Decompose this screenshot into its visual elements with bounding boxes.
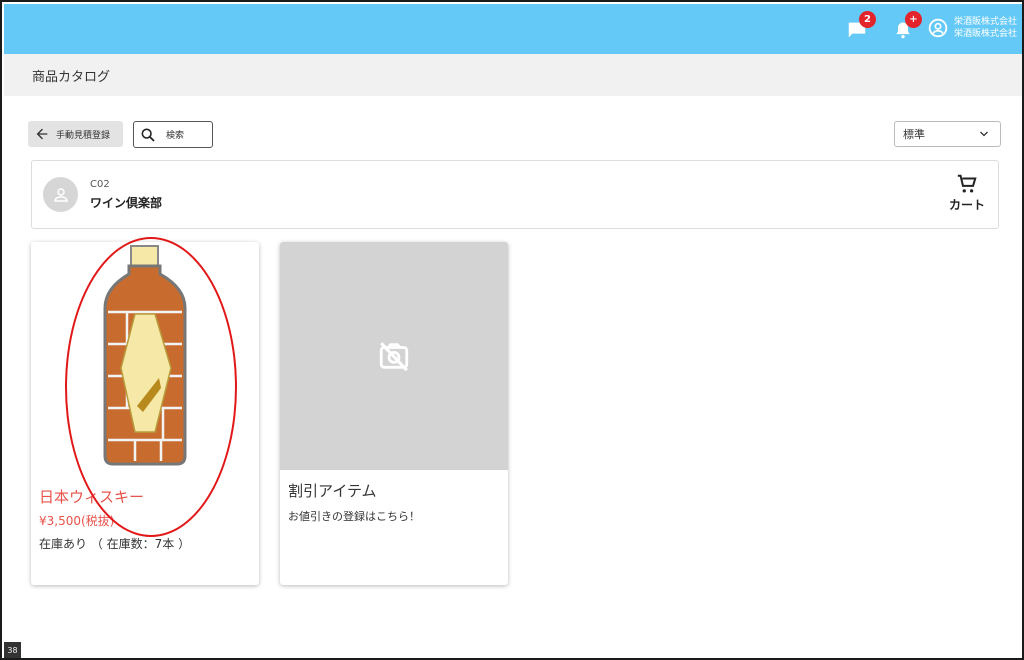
product-description: お値引きの登録はこちら！ (288, 510, 420, 523)
chevron-down-icon (980, 131, 988, 137)
app-window: 2 + 栄酒販株式会社 栄酒販株式会社 商品カタログ 手動見積登録 検索 標準 … (0, 0, 1024, 660)
account-name: 栄酒販株式会社 栄酒販株式会社 (954, 16, 1017, 40)
account-menu[interactable]: 栄酒販株式会社 栄酒販株式会社 (928, 16, 1017, 40)
search-icon (141, 128, 155, 142)
customer-name: ワイン倶楽部 (90, 196, 163, 210)
product-image-placeholder (280, 242, 508, 470)
account-company-secondary: 栄酒販株式会社 (954, 29, 1018, 39)
corner-tag: 38 (4, 642, 21, 658)
product-name: 割引アイテム (288, 482, 377, 500)
customer-panel: C02 ワイン倶楽部 カート (31, 160, 999, 229)
cart-label: カート (948, 198, 985, 212)
search-input[interactable]: 検索 (133, 121, 213, 148)
notifications-button[interactable]: + (890, 11, 922, 43)
page-title: 商品カタログ (32, 70, 111, 85)
messages-badge: 2 (859, 11, 876, 28)
account-circle-icon (928, 18, 948, 38)
page-header: 商品カタログ (4, 54, 1022, 96)
cart-icon (957, 174, 977, 193)
messages-button[interactable]: 2 (844, 11, 876, 43)
cart-button[interactable]: カート (942, 173, 992, 215)
account-company: 栄酒販株式会社 (954, 17, 1018, 27)
back-to-manual-quote-button[interactable]: 手動見積登録 (28, 121, 123, 147)
arrow-left-icon (36, 128, 48, 140)
product-card-whisky[interactable]: 日本ウィスキー ¥3,500(税抜) 在庫あり （ 在庫数：7本 ） (31, 242, 259, 585)
avatar (43, 177, 78, 212)
notifications-badge: + (905, 11, 922, 28)
search-placeholder: 検索 (166, 131, 185, 141)
person-icon (53, 187, 68, 202)
sort-value: 標準 (903, 128, 925, 141)
sort-select[interactable]: 標準 (894, 121, 1001, 147)
product-card-discount[interactable]: 割引アイテム お値引きの登録はこちら！ (280, 242, 508, 585)
whisky-bottle-image (103, 245, 187, 466)
top-bar: 2 + 栄酒販株式会社 栄酒販株式会社 (4, 4, 1022, 54)
no-image-icon (379, 342, 409, 372)
product-stock: 在庫あり （ 在庫数：7本 ） (39, 537, 191, 551)
product-name: 日本ウィスキー (39, 488, 145, 506)
product-image-whisky (31, 242, 259, 470)
back-button-label: 手動見積登録 (56, 130, 111, 141)
customer-code: C02 (90, 179, 110, 190)
product-price: ¥3,500(税抜) (39, 514, 115, 528)
